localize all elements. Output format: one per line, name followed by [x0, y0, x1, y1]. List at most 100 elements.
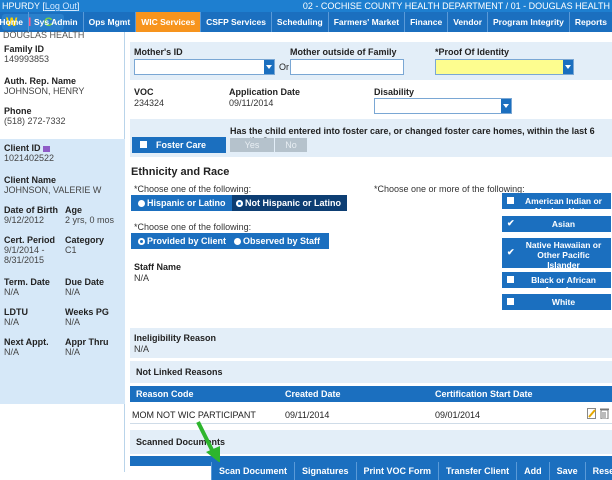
add-button[interactable]: Add — [516, 462, 549, 480]
staff-name-label: Staff Name — [134, 262, 182, 272]
client-id-label: Client ID — [4, 143, 41, 153]
client-info-box: Client ID 1021402522 Client Name JOHNSON, … — [0, 139, 125, 404]
dob-value: 9/12/2012 — [4, 215, 45, 225]
phone-value: (518) 272-7332 — [4, 116, 66, 126]
cert-period-end: 8/31/2015 — [4, 255, 45, 265]
voc-value: 234324 — [134, 98, 165, 108]
family-id-label: Family ID — [4, 44, 45, 54]
radio-provided-by-client[interactable]: Provided by Client — [138, 236, 226, 246]
checkbox-icon — [507, 276, 514, 283]
client-id-value: 1021402522 — [4, 153, 55, 163]
term-date-value: N/A — [4, 287, 20, 297]
race-option[interactable]: ✔ Asian — [502, 216, 611, 232]
application-date-label: Application Date — [229, 87, 301, 97]
nav-item-wic-services[interactable]: WIC Services — [135, 12, 201, 32]
mothers-id-label: Mother's ID — [134, 47, 183, 57]
ldtu-label: LDTU — [4, 307, 28, 317]
nav-item-ops-mgmt[interactable]: Ops Mgmt — [82, 12, 136, 32]
cert-period-label: Cert. Period — [4, 235, 56, 245]
auth-rep-label: Auth. Rep. Name — [4, 76, 77, 86]
nav-item-home[interactable]: Home — [0, 12, 28, 32]
race-option[interactable]: Black or African American — [502, 272, 611, 295]
col-cert-start[interactable]: Certification Start Date — [435, 389, 533, 399]
row-reason: MOM NOT WIC PARTICIPANT — [132, 410, 256, 420]
row-created: 09/11/2014 — [285, 410, 330, 420]
ethnicity-radio-group: Hispanic or Latino Not Hispanic or Latin… — [131, 195, 347, 211]
not-hispanic-option: Not Hispanic or Latino — [236, 198, 341, 208]
mothers-id-select[interactable] — [134, 59, 275, 75]
edit-icon[interactable] — [587, 408, 597, 419]
foster-care-label: Foster Care — [156, 140, 207, 150]
category-label: Category — [65, 235, 105, 245]
reset-button[interactable]: Reset — [584, 462, 612, 480]
main-content: Mother's ID Or Mother outside of Family … — [126, 32, 612, 472]
proof-of-identity-select[interactable] — [435, 59, 574, 75]
chevron-down-icon[interactable] — [264, 60, 274, 74]
signatures-button[interactable]: Signatures — [294, 462, 356, 480]
proof-of-identity-label: *Proof Of Identity — [435, 47, 509, 57]
due-date-label: Due Date — [65, 277, 105, 287]
auth-rep-value: JOHNSON, HENRY — [4, 86, 85, 96]
disability-select[interactable] — [374, 98, 512, 114]
race-option[interactable]: ✔ Native Hawaiian or Other Pacific Island… — [502, 238, 611, 270]
appr-thru-label: Appr Thru — [65, 337, 109, 347]
radio-icon — [234, 238, 241, 246]
nav-item-sys-admin[interactable]: Sys Admin — [28, 12, 83, 32]
hispanic-label: Hispanic or Latino — [147, 198, 226, 208]
transfer-client-button[interactable]: Transfer Client — [438, 462, 516, 480]
scan-document-button[interactable]: Scan Document — [211, 462, 294, 480]
nav-item-program-integrity[interactable]: Program Integrity — [487, 12, 569, 32]
not-linked-header: Not Linked Reasons — [130, 361, 612, 383]
appr-thru-value: N/A — [65, 347, 81, 357]
client-name-value: JOHNSON, VALERIE W — [4, 185, 102, 195]
logout-link[interactable]: Log Out — [45, 1, 77, 11]
or-label: Or — [279, 62, 289, 72]
col-reason-code[interactable]: Reason Code — [136, 389, 194, 399]
not-linked-title: Not Linked Reasons — [136, 367, 223, 377]
nav-item-scheduling[interactable]: Scheduling — [270, 12, 328, 32]
checkbox-icon — [140, 141, 147, 148]
source-instruction: *Choose one of the following: — [134, 222, 252, 232]
ldtu-value: N/A — [4, 317, 20, 327]
race-option[interactable]: White — [502, 294, 611, 310]
chevron-down-icon[interactable] — [563, 60, 573, 74]
ineligibility-value: N/A — [134, 344, 150, 354]
mother-outside-input[interactable] — [290, 59, 404, 75]
radio-not-hispanic[interactable]: Not Hispanic or Latino — [232, 195, 347, 211]
nav-menu: Home Sys Admin Ops Mgmt WIC Services CSFP Se… — [0, 12, 612, 32]
age-label: Age — [65, 205, 83, 215]
nav-item-finance[interactable]: Finance — [404, 12, 447, 32]
next-appt-value: N/A — [4, 347, 20, 357]
id-card-icon[interactable] — [42, 145, 50, 152]
yes-button[interactable]: Yes — [230, 138, 274, 152]
race-option[interactable]: American Indian or Alaskan Native — [502, 193, 611, 216]
ethnicity-instruction: *Choose one of the following: — [134, 184, 252, 194]
voc-label: VOC — [134, 87, 154, 97]
department-label: 02 - COCHISE COUNTY HEALTH DEPARTMENT / … — [302, 1, 610, 11]
provided-label: Provided by Client — [147, 236, 227, 246]
checkbox-icon — [507, 197, 514, 204]
print-voc-form-button[interactable]: Print VOC Form — [355, 462, 439, 480]
term-date-label: Term. Date — [4, 277, 50, 287]
nav-item-csfp-services[interactable]: CSFP Services — [200, 12, 271, 32]
nav-item-farmers-market[interactable]: Farmers' Market — [327, 12, 404, 32]
save-button[interactable]: Save — [548, 462, 585, 480]
foster-care-checkbox[interactable]: Foster Care — [132, 137, 226, 153]
trash-icon[interactable] — [600, 408, 609, 419]
weeks-pg-label: Weeks PG — [65, 307, 109, 317]
table-header: Reason Code Created Date Certification S… — [130, 386, 612, 402]
checkbox-icon — [507, 298, 514, 305]
radio-observed-by-staff[interactable]: Observed by Staff — [234, 236, 320, 246]
radio-hispanic[interactable]: Hispanic or Latino — [138, 198, 226, 208]
row-cert: 09/01/2014 — [435, 410, 481, 420]
nav-item-reports[interactable]: Reports — [568, 12, 612, 32]
race-option-label: Black or African American — [531, 275, 596, 295]
chevron-down-icon[interactable] — [501, 99, 511, 113]
col-created-date[interactable]: Created Date — [285, 389, 341, 399]
nav-item-vendor[interactable]: Vendor — [447, 12, 487, 32]
next-appt-label: Next Appt. — [4, 337, 49, 347]
checkmark-icon: ✔ — [507, 247, 515, 257]
checkmark-icon: ✔ — [507, 218, 515, 228]
race-option-label: American Indian or Alaskan Native — [525, 196, 602, 216]
no-button[interactable]: No — [275, 138, 307, 152]
